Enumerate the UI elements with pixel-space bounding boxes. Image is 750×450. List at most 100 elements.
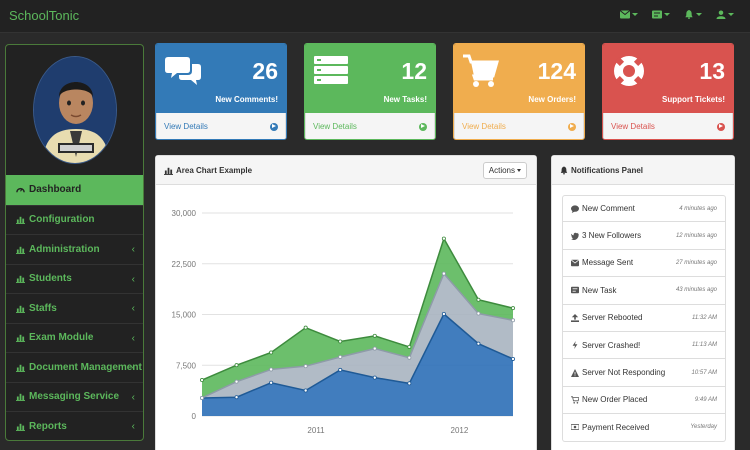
list-item[interactable]: Server Not Responding 10:57 AM [562, 359, 726, 387]
tasks-dropdown[interactable] [652, 10, 670, 19]
chevron-left-icon: ‹ [131, 244, 135, 255]
list-item[interactable]: Payment Received Yesterday [562, 414, 726, 442]
bar-chart-icon [16, 364, 25, 372]
data-point [441, 312, 446, 317]
sidebar-item-exam-module[interactable]: Exam Module ‹ [6, 322, 143, 353]
data-point [234, 379, 239, 384]
view-details-link[interactable]: View Details [603, 113, 733, 139]
bar-chart-icon [16, 335, 25, 343]
list-item[interactable]: Message Sent 27 minutes ago [562, 249, 726, 278]
brand-logo[interactable]: SchoolTonic [9, 8, 79, 23]
view-details-link[interactable]: View Details [156, 113, 286, 139]
sidebar-item-label: Administration [29, 243, 100, 255]
data-point [234, 363, 239, 368]
data-point [269, 350, 274, 355]
tasks-count: 12 [401, 58, 427, 84]
data-point [476, 297, 481, 302]
chevron-left-icon: ‹ [131, 303, 135, 314]
view-details-link[interactable]: View Details [305, 113, 435, 139]
list-item[interactable]: New Order Placed 9:49 AM [562, 386, 726, 415]
envelope-icon [571, 259, 579, 267]
shopping-cart-icon [571, 396, 579, 404]
sidebar-item-label: Dashboard [29, 184, 82, 196]
sidebar-item-dashboard[interactable]: Dashboard [6, 175, 143, 205]
comments-count: 26 [252, 58, 278, 84]
support-label: Support Tickets! [662, 95, 725, 104]
support-icon [614, 56, 644, 86]
area-chart-panel: Area Chart Example Actions 0 7,500 15,000 2… [155, 155, 537, 450]
arrow-circle-right-icon [717, 122, 725, 131]
alerts-dropdown[interactable] [684, 10, 702, 19]
data-point [441, 236, 446, 241]
sidebar-item-label: Configuration [29, 214, 95, 226]
data-point [269, 380, 274, 385]
list-item[interactable]: New Task 43 minutes ago [562, 277, 726, 305]
support-count: 13 [699, 58, 725, 84]
view-details-link[interactable]: View Details [454, 113, 584, 139]
sidebar-item-configuration[interactable]: Configuration [6, 204, 143, 235]
user-dropdown[interactable] [716, 10, 734, 19]
avatar [32, 56, 117, 164]
data-point [338, 339, 343, 344]
stat-card-comments: 26 New Comments! View Details [155, 43, 287, 140]
data-point [269, 367, 274, 372]
chevron-left-icon: ‹ [131, 332, 135, 344]
orders-label: New Orders! [528, 95, 576, 104]
data-point [234, 395, 239, 400]
data-point [200, 395, 205, 400]
sidebar-item-administration[interactable]: Administration ‹ [6, 234, 143, 264]
shopping-cart-icon [463, 54, 499, 87]
sidebar-item-messaging-service[interactable]: Messaging Service ‹ [6, 381, 143, 412]
sidebar-item-label: Students [29, 273, 72, 285]
money-icon [571, 424, 579, 431]
bar-chart-icon [16, 217, 25, 225]
sidebar-item-staffs[interactable]: Staffs ‹ [6, 293, 143, 323]
data-point [303, 388, 308, 393]
comments-icon [165, 57, 201, 85]
list-item[interactable]: Server Crashed! 11:13 AM [562, 331, 726, 360]
caret-down-icon [517, 169, 521, 172]
notifications-panel: Notifications Panel New Comment 4 minute… [551, 155, 735, 450]
data-point [510, 318, 515, 323]
data-point [372, 346, 377, 351]
twitter-icon [571, 232, 579, 240]
stat-card-tasks: 12 New Tasks! View Details [304, 43, 436, 140]
bar-chart-icon [16, 276, 25, 284]
profile-section [6, 45, 143, 175]
y-tick-label: 7,500 [176, 361, 197, 370]
bar-chart-icon [16, 305, 25, 313]
list-item[interactable]: New Comment 4 minutes ago [562, 195, 726, 223]
data-point [303, 364, 308, 369]
actions-dropdown-button[interactable]: Actions [482, 162, 527, 179]
panel-title: Area Chart Example [176, 165, 253, 175]
sidebar-item-label: Exam Module [29, 332, 94, 344]
notifications-header: Notifications Panel [552, 156, 734, 185]
messages-dropdown[interactable] [620, 10, 638, 19]
chevron-left-icon: ‹ [131, 273, 135, 285]
list-item[interactable]: Server Rebooted 11:32 AM [562, 304, 726, 332]
arrow-circle-right-icon [568, 122, 576, 131]
tasks-icon [571, 287, 579, 294]
tasks-label: New Tasks! [383, 95, 427, 104]
arrow-circle-right-icon [419, 122, 427, 131]
navbar-icon-group [620, 10, 734, 19]
tasks-icon [652, 10, 662, 19]
tasks-icon [314, 56, 348, 84]
comment-icon [571, 205, 579, 213]
bar-chart-icon [16, 423, 25, 431]
data-point [510, 306, 515, 311]
sidebar-item-students[interactable]: Students ‹ [6, 263, 143, 294]
data-point [338, 354, 343, 359]
student-photo [33, 57, 116, 163]
bell-icon [560, 166, 568, 174]
sidebar-item-reports[interactable]: Reports ‹ [6, 411, 143, 440]
warning-icon [571, 368, 579, 377]
data-point [303, 325, 308, 330]
bolt-icon [572, 341, 578, 350]
x-tick-label: 2011 [307, 426, 325, 435]
list-item[interactable]: 3 New Followers 12 minutes ago [562, 222, 726, 250]
sidebar-item-document-management[interactable]: Document Management ‹ [6, 352, 143, 382]
chevron-left-icon: ‹ [131, 391, 135, 403]
data-point [510, 356, 515, 361]
stat-card-support: 13 Support Tickets! View Details [602, 43, 734, 140]
